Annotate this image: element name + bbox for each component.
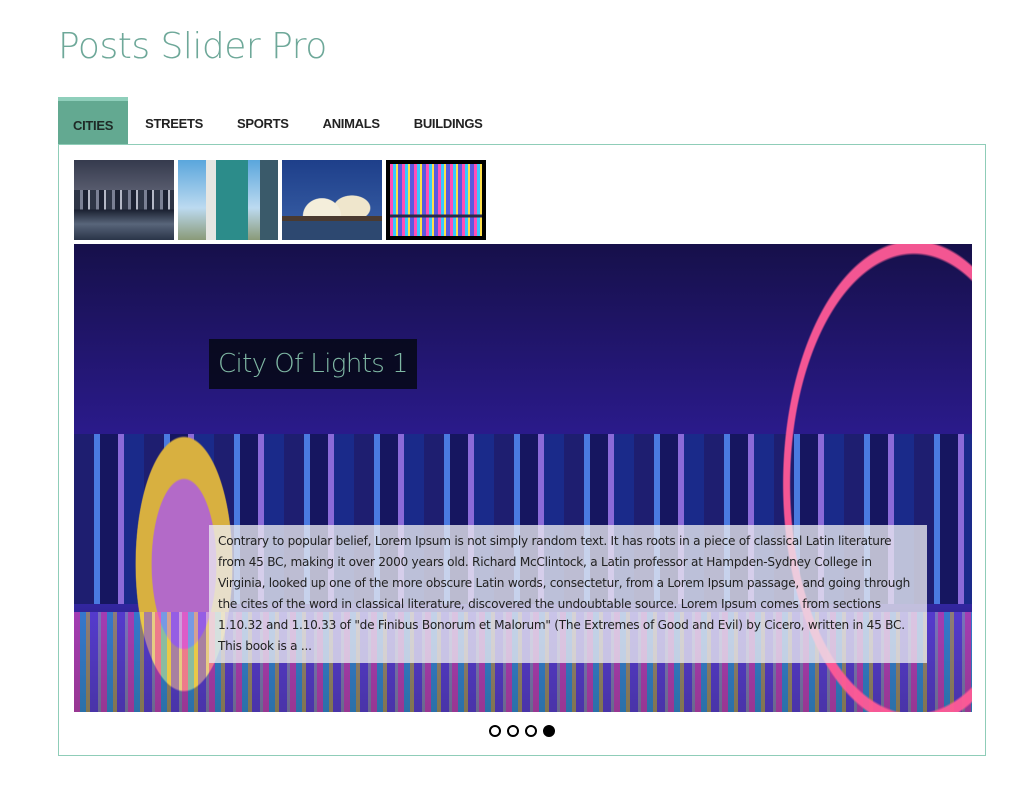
slide-excerpt-box: Contrary to popular belief, Lorem Ipsum … (209, 525, 927, 663)
pagination-dot-3[interactable] (525, 725, 537, 737)
slide-title-box: City Of Lights 1 (209, 339, 417, 389)
thumbnail-city-skyline-night[interactable] (74, 160, 174, 240)
slider-panel: City Of Lights 1 Contrary to popular bel… (58, 144, 986, 756)
tab-animals[interactable]: ANIMALS (306, 101, 397, 145)
thumbnail-strip (74, 160, 486, 240)
thumbnail-office-building[interactable] (178, 160, 278, 240)
slide-image[interactable]: City Of Lights 1 Contrary to popular bel… (74, 244, 972, 712)
pagination-dot-4[interactable] (543, 725, 555, 737)
tab-buildings[interactable]: BUILDINGS (397, 101, 500, 145)
slide-excerpt: Contrary to popular belief, Lorem Ipsum … (218, 534, 911, 653)
tab-streets[interactable]: STREETS (128, 101, 220, 145)
slider-pagination (59, 725, 985, 737)
thumbnail-marina-skyline[interactable] (386, 160, 486, 240)
slide-title[interactable]: City Of Lights 1 (218, 349, 408, 379)
thumbnail-opera-house[interactable] (282, 160, 382, 240)
pagination-dot-1[interactable] (489, 725, 501, 737)
pagination-dot-2[interactable] (507, 725, 519, 737)
category-tabs: CITIES STREETS SPORTS ANIMALS BUILDINGS (58, 97, 500, 145)
page-title: Posts Slider Pro (58, 26, 327, 67)
tab-sports[interactable]: SPORTS (220, 101, 306, 145)
tab-cities[interactable]: CITIES (58, 97, 129, 145)
